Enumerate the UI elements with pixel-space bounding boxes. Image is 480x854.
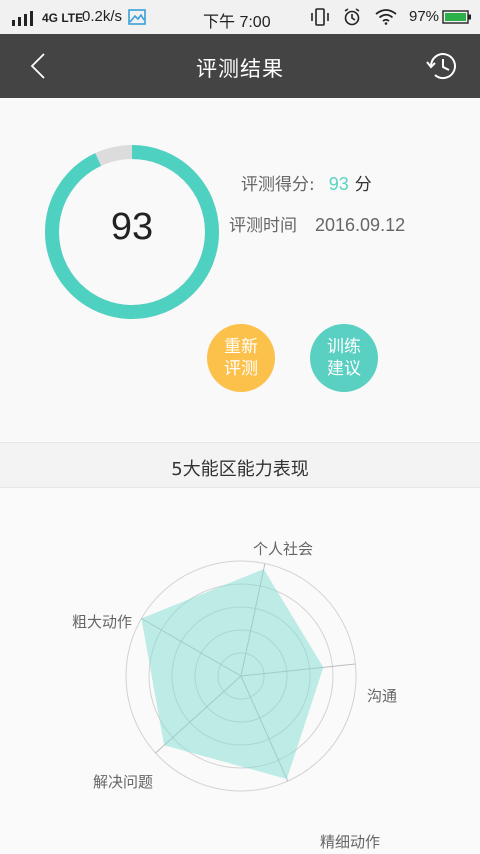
section-title: 5大能区能力表现 — [171, 459, 309, 480]
page-title: 评测结果 — [196, 57, 284, 81]
battery-icon — [442, 10, 471, 24]
advice-label-line1: 训练 — [327, 337, 361, 357]
retest-label-line2: 评测 — [224, 359, 258, 379]
advice-label-line2: 建议 — [327, 359, 361, 379]
network-type: 4G LTE — [42, 11, 84, 25]
score-row: 评测得分: 93 分 — [241, 170, 372, 195]
score-label: 评测得分: — [241, 175, 315, 195]
network-speed: 0.2k/s — [82, 8, 123, 25]
result-panel: 93 评测得分: 93 分 评测时间 2016.09.12 重新 评测 训练 建议 — [0, 98, 480, 442]
radar-chart — [125, 560, 357, 792]
score-display: 93 — [110, 206, 154, 248]
title-bar: 评测结果 — [0, 34, 480, 98]
axis-label-gross-motor: 粗大动作 — [72, 613, 133, 631]
radar-value-polygon — [141, 569, 324, 779]
history-clock-icon — [426, 53, 456, 80]
training-advice-button[interactable]: 训练 建议 — [310, 324, 378, 392]
axis-label-problem-solving: 解决问题 — [93, 773, 154, 791]
time-row: 评测时间 2016.09.12 — [229, 211, 405, 236]
wifi-icon — [375, 9, 397, 25]
radar-panel: 个人社会 沟通 精细动作 解决问题 粗大动作 — [0, 488, 480, 854]
time-label: 评测时间 — [229, 216, 297, 236]
alarm-icon — [344, 8, 360, 26]
image-icon — [128, 9, 146, 25]
status-bar: 4G LTE 0.2k/s 下午 7:00 97% — [0, 0, 480, 34]
axis-label-communication: 沟通 — [367, 687, 398, 705]
section-header: 5大能区能力表现 — [0, 442, 480, 488]
axis-label-fine-motor: 精细动作 — [320, 833, 381, 851]
battery-percent: 97% — [409, 8, 440, 25]
retest-button[interactable]: 重新 评测 — [207, 324, 275, 392]
time-value: 2016.09.12 — [315, 215, 406, 235]
clock-time: 下午 7:00 — [203, 14, 271, 31]
score-unit: 分 — [354, 175, 372, 195]
signal-icon — [12, 11, 33, 26]
history-button[interactable] — [424, 48, 460, 84]
vibrate-icon — [311, 8, 329, 26]
retest-label-line1: 重新 — [224, 337, 258, 357]
axis-label-social: 个人社会 — [253, 540, 314, 558]
score-value: 93 — [328, 174, 349, 194]
